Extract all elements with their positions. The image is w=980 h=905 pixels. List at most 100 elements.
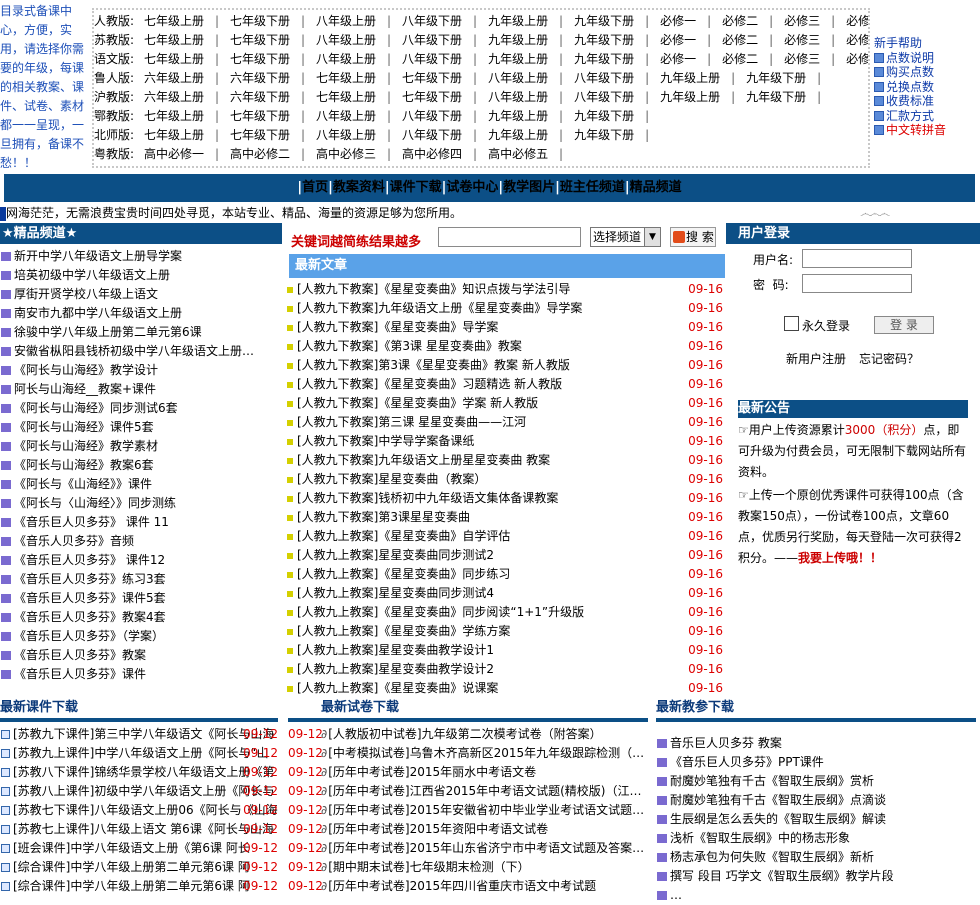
list-item-link[interactable]: 《音乐巨人贝多芬》课件	[14, 667, 146, 681]
textbook-link[interactable]: 必修三	[784, 31, 820, 50]
list-item[interactable]: 《音乐巨人贝多芬》 课件12	[0, 551, 282, 570]
paper-item[interactable]: 09-12 ∂[历年中考试卷]2015年丽水中考语文卷	[288, 763, 648, 782]
list-item-link[interactable]: 《音乐人贝多芬》音频	[14, 534, 134, 548]
list-item-link[interactable]: 《阿长与《山海经》》课件	[14, 477, 152, 491]
reference-link[interactable]: 《音乐巨人贝多芬》PPT课件	[670, 755, 824, 769]
courseware-link[interactable]: [苏教七下课件]八年级语文上册06《阿长与《山海	[13, 803, 278, 817]
textbook-link[interactable]: 必修三	[784, 12, 820, 31]
reference-link[interactable]: …	[670, 888, 682, 902]
list-item-link[interactable]: 新开中学八年级语文上册导学案	[14, 249, 182, 263]
textbook-link[interactable]: 九年级下册	[574, 126, 634, 145]
list-item[interactable]: 《音乐人贝多芬》音频	[0, 532, 282, 551]
article-item[interactable]: [人教九下教案]第3课星星变奏曲 09-16	[285, 508, 725, 527]
reference-item[interactable]: 浅析《智取生辰纲》中的杨志形象	[656, 829, 976, 848]
courseware-link[interactable]: [苏教九上课件]中学八年级语文上册《阿长与“山	[13, 746, 269, 760]
article-link[interactable]: [人教九上教案]星星变奏曲同步测试2	[297, 548, 494, 562]
article-link[interactable]: [人教九上教案]《星星变奏曲》说课案	[297, 681, 498, 695]
article-link[interactable]: [人教九下教案]《星星变奏曲》习题精选 新人教版	[297, 377, 562, 391]
textbook-link[interactable]: 高中必修三	[316, 145, 376, 164]
nav-item[interactable]: 试卷中心	[446, 180, 498, 195]
article-link[interactable]: [人教九上教案]《星星变奏曲》学练方案	[297, 624, 510, 638]
reference-link[interactable]: 杨志承包为何失败《智取生辰纲》新析	[670, 850, 874, 864]
paper-item[interactable]: 09-12 ∂[历年中考试卷]2015年四川省重庆市语文中考试题	[288, 877, 648, 896]
textbook-link[interactable]: 七年级上册	[144, 31, 204, 50]
article-link[interactable]: [人教九上教案]星星变奏曲同步测试4	[297, 586, 494, 600]
textbook-link[interactable]: 七年级上册	[144, 50, 204, 69]
textbook-link[interactable]: 七年级下册	[402, 69, 462, 88]
article-item[interactable]: [人教九上教案]星星变奏曲同步测试4 09-16	[285, 584, 725, 603]
list-item-link[interactable]: 《阿长与山海经》课件5套	[14, 420, 154, 434]
list-item[interactable]: 新开中学八年级语文上册导学案	[0, 247, 282, 266]
list-item[interactable]: 《阿长与〈山海经〉》同步测练	[0, 494, 282, 513]
article-item[interactable]: [人教九上教案]星星变奏曲教学设计2 09-16	[285, 660, 725, 679]
help-link[interactable]: 收费标准	[874, 94, 980, 109]
textbook-link[interactable]: 必修三	[784, 50, 820, 69]
reference-item[interactable]: 杨志承包为何失败《智取生辰纲》新析	[656, 848, 976, 867]
list-item[interactable]: 《阿长与山海经》教学设计	[0, 361, 282, 380]
list-item[interactable]: 《音乐巨人贝多芬》（学案）	[0, 627, 282, 646]
username-input[interactable]	[802, 249, 912, 268]
list-item[interactable]: 阿长与山海经__教案+课件	[0, 380, 282, 399]
textbook-link[interactable]: 八年级上册	[316, 107, 376, 126]
textbook-link[interactable]: 九年级上册	[488, 50, 548, 69]
courseware-link[interactable]: [苏教九下课件]第三中学八年级语文《阿长与山海	[13, 727, 274, 741]
register-link[interactable]: 新用户注册	[786, 350, 846, 367]
courseware-item[interactable]: [苏教七上课件]八年级上语文 第6课《阿长与山海 09-12	[0, 820, 278, 839]
paper-item[interactable]: 09-12 ∂[历年中考试卷]2015年资阳中考语文试卷	[288, 820, 648, 839]
textbook-link[interactable]: 八年级下册	[402, 12, 462, 31]
textbook-link[interactable]: 高中必修二	[230, 145, 290, 164]
nav-item[interactable]: 教学图片	[503, 180, 555, 195]
article-link[interactable]: [人教九下教案]第三课 星星变奏曲——江河	[297, 415, 526, 429]
paper-link[interactable]: [历年中考试卷]2015年丽水中考语文卷	[328, 765, 536, 779]
article-link[interactable]: [人教九下教案]第3课星星变奏曲	[297, 510, 470, 524]
list-item[interactable]: 《阿长与山海经》教学素材	[0, 437, 282, 456]
reference-link[interactable]: 耐魔妙笔独有千古《智取生辰纲》赏析	[670, 774, 874, 788]
nav-item[interactable]: 精品频道	[630, 180, 682, 195]
article-item[interactable]: [人教九下教案]星星变奏曲（教案） 09-16	[285, 470, 725, 489]
channel-select[interactable]: 选择频道 ▼	[590, 227, 661, 247]
courseware-link[interactable]: [苏教八上课件]初级中学八年级语文上册《阿长与	[13, 784, 274, 798]
textbook-link[interactable]: 七年级下册	[230, 31, 290, 50]
help-link[interactable]: 汇款方式	[874, 109, 980, 124]
textbook-link[interactable]: 七年级下册	[230, 12, 290, 31]
textbook-link[interactable]: 七年级上册	[316, 88, 376, 107]
article-item[interactable]: [人教九下教案]《第3课 星星变奏曲》教案 09-16	[285, 337, 725, 356]
article-link[interactable]: [人教九上教案]《星星变奏曲》同步阅读“1+1”升级版	[297, 605, 584, 619]
textbook-link[interactable]: 八年级下册	[402, 126, 462, 145]
article-link[interactable]: [人教九下教案]九年级语文上册《星星变奏曲》导学案	[297, 301, 582, 315]
courseware-item[interactable]: [苏教九上课件]中学八年级语文上册《阿长与“山 09-12	[0, 744, 278, 763]
list-item[interactable]: 《阿长与《山海经》》课件	[0, 475, 282, 494]
reference-item[interactable]: 撰写 段目 巧学文《智取生辰纲》教学片段	[656, 867, 976, 886]
list-item-link[interactable]: 厚街开贤学校八年级上语文	[14, 287, 158, 301]
list-item-link[interactable]: 《音乐巨人贝多芬》（学案）	[14, 629, 164, 643]
textbook-link[interactable]: 六年级下册	[230, 69, 290, 88]
article-item[interactable]: [人教九上教案]《星星变奏曲》同步阅读“1+1”升级版 09-16	[285, 603, 725, 622]
textbook-link[interactable]: 八年级下册	[402, 31, 462, 50]
textbook-link[interactable]: 九年级下册	[574, 50, 634, 69]
textbook-link[interactable]: 九年级下册	[574, 31, 634, 50]
login-button[interactable]: 登 录	[874, 316, 934, 334]
textbook-link[interactable]: 必修二	[722, 12, 758, 31]
remember-checkbox[interactable]	[784, 316, 799, 331]
list-item[interactable]: 《音乐巨人贝多芬》教案4套	[0, 608, 282, 627]
list-item[interactable]: 《阿长与山海经》教案6套	[0, 456, 282, 475]
article-item[interactable]: [人教九下教案]第三课 星星变奏曲——江河 09-16	[285, 413, 725, 432]
article-link[interactable]: [人教九下教案]第3课《星星变奏曲》教案 新人教版	[297, 358, 570, 372]
textbook-link[interactable]: 必修四	[846, 50, 868, 69]
list-item-link[interactable]: 安徽省枞阳县钱桥初级中学八年级语文上册…	[14, 344, 254, 358]
textbook-link[interactable]: 必修四	[846, 31, 868, 50]
list-item[interactable]: 徐骏中学八年级上册第二单元第6课	[0, 323, 282, 342]
textbook-link[interactable]: 七年级上册	[144, 12, 204, 31]
list-item-link[interactable]: 培英初级中学八年级语文上册	[14, 268, 170, 282]
article-item[interactable]: [人教九下教案]第3课《星星变奏曲》教案 新人教版 09-16	[285, 356, 725, 375]
list-item-link[interactable]: 《阿长与山海经》教学设计	[14, 363, 158, 377]
courseware-item[interactable]: [综合课件]中学八年级上册第二单元第6课 阿 09-12	[0, 877, 278, 896]
list-item-link[interactable]: 《音乐巨人贝多芬》教案	[14, 648, 146, 662]
list-item[interactable]: 《音乐巨人贝多芬》练习3套	[0, 570, 282, 589]
paper-item[interactable]: 09-12 ∂[历年中考试卷]2015年安徽省初中毕业学业考试语文试题…	[288, 801, 648, 820]
courseware-item[interactable]: [班会课件]中学八年级语文上册《第6课 阿长 09-12	[0, 839, 278, 858]
textbook-link[interactable]: 九年级下册	[574, 12, 634, 31]
paper-item[interactable]: 09-12 ∂[历年中考试卷]2015年山东省济宁市中考语文试题及答案…	[288, 839, 648, 858]
list-item[interactable]: 安徽省枞阳县钱桥初级中学八年级语文上册…	[0, 342, 282, 361]
article-link[interactable]: [人教九上教案]星星变奏曲教学设计2	[297, 662, 494, 676]
